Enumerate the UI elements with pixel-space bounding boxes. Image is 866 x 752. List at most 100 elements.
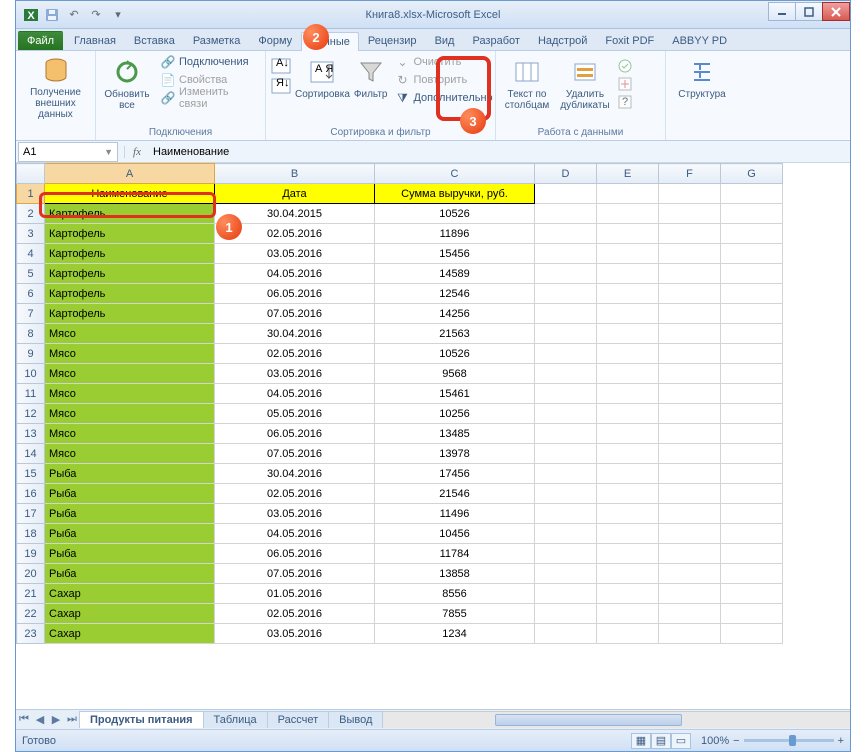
row-header[interactable]: 11 [17,384,45,404]
row-header[interactable]: 13 [17,424,45,444]
col-header-B[interactable]: B [215,164,375,184]
cell[interactable] [597,244,659,264]
cell[interactable] [597,404,659,424]
zoom-out[interactable]: − [733,735,739,747]
zoom-slider[interactable] [744,739,834,742]
col-header-D[interactable]: D [535,164,597,184]
cell[interactable] [659,564,721,584]
row-header[interactable]: 14 [17,444,45,464]
maximize-button[interactable] [795,2,823,21]
spreadsheet[interactable]: A B C D E F G 1 Наименование Дата Сумма … [16,163,783,644]
cell[interactable] [597,464,659,484]
cell[interactable] [535,344,597,364]
reapply-button[interactable]: ↻Повторить [390,71,497,89]
cell[interactable]: Мясо [45,404,215,424]
cell[interactable] [535,584,597,604]
cell[interactable] [721,564,783,584]
tab-home[interactable]: Главная [65,31,125,50]
cell[interactable] [597,524,659,544]
cell[interactable] [721,244,783,264]
cell[interactable] [597,284,659,304]
zoom-in[interactable]: + [838,735,844,747]
cell[interactable] [535,524,597,544]
chevron-down-icon[interactable]: ▼ [104,147,113,157]
cell[interactable] [721,344,783,364]
tab-foxit[interactable]: Foxit PDF [596,31,663,50]
cell[interactable] [597,364,659,384]
cell[interactable] [659,224,721,244]
validate-icon[interactable] [616,57,634,75]
cell[interactable] [659,304,721,324]
cell[interactable] [535,424,597,444]
cell[interactable]: 04.05.2016 [215,264,375,284]
cell[interactable]: 07.05.2016 [215,304,375,324]
name-box[interactable]: ▼ [18,142,118,162]
cell[interactable]: 03.05.2016 [215,244,375,264]
cell[interactable]: Сахар [45,604,215,624]
cell[interactable] [659,404,721,424]
sheet-nav-prev[interactable]: ◀ [32,712,48,728]
cell[interactable] [535,364,597,384]
cell[interactable] [535,304,597,324]
view-normal[interactable]: ▦ [631,733,651,749]
cell[interactable] [597,204,659,224]
cell[interactable]: 04.05.2016 [215,524,375,544]
cell[interactable] [659,604,721,624]
save-button[interactable] [43,6,61,24]
cell[interactable] [721,604,783,624]
cell[interactable]: 8556 [375,584,535,604]
cell[interactable] [597,444,659,464]
cell[interactable]: Картофель [45,224,215,244]
cell[interactable]: 21563 [375,324,535,344]
tab-data[interactable]: Данные [301,32,359,51]
cell[interactable] [535,444,597,464]
row-header[interactable]: 18 [17,524,45,544]
clear-filter-button[interactable]: ⌄Очистить [390,53,497,71]
cell[interactable]: Картофель [45,204,215,224]
cell[interactable] [535,404,597,424]
get-external-data-button[interactable]: Получение внешних данных [20,53,91,119]
cell[interactable]: 13858 [375,564,535,584]
cell[interactable] [597,484,659,504]
cell[interactable]: 10526 [375,344,535,364]
cell[interactable] [721,264,783,284]
sort-az-za[interactable]: А↓ Я↓ [270,53,292,95]
cell[interactable] [597,384,659,404]
cell[interactable]: 06.05.2016 [215,284,375,304]
row-header[interactable]: 10 [17,364,45,384]
cell[interactable] [721,184,783,204]
cell[interactable] [535,264,597,284]
row-header[interactable]: 16 [17,484,45,504]
cell[interactable]: 06.05.2016 [215,424,375,444]
cell[interactable]: 15456 [375,244,535,264]
cell[interactable] [597,184,659,204]
cell[interactable]: 30.04.2016 [215,464,375,484]
select-all-corner[interactable] [17,164,45,184]
cell[interactable] [659,584,721,604]
cell[interactable] [721,364,783,384]
cell[interactable]: 12546 [375,284,535,304]
cell[interactable] [721,404,783,424]
tab-insert[interactable]: Вставка [125,31,184,50]
advanced-button[interactable]: ⧩Дополнительно [390,89,497,107]
cell[interactable]: 13978 [375,444,535,464]
cell[interactable] [535,244,597,264]
cell[interactable] [597,624,659,644]
cell[interactable]: Рыба [45,484,215,504]
minimize-button[interactable] [768,2,796,21]
undo-button[interactable]: ↶ [65,6,83,24]
cell[interactable]: 10256 [375,404,535,424]
row-header[interactable]: 9 [17,344,45,364]
cell[interactable] [659,184,721,204]
cell[interactable]: 14256 [375,304,535,324]
cell[interactable] [597,504,659,524]
cell[interactable] [535,504,597,524]
cell[interactable]: 17456 [375,464,535,484]
row-header[interactable]: 15 [17,464,45,484]
cell[interactable]: 30.04.2015 [215,204,375,224]
cell[interactable]: 15461 [375,384,535,404]
cell[interactable]: Сахар [45,624,215,644]
edit-links-button[interactable]: 🔗Изменить связи [156,89,261,107]
cell[interactable] [659,384,721,404]
cell[interactable]: 11496 [375,504,535,524]
